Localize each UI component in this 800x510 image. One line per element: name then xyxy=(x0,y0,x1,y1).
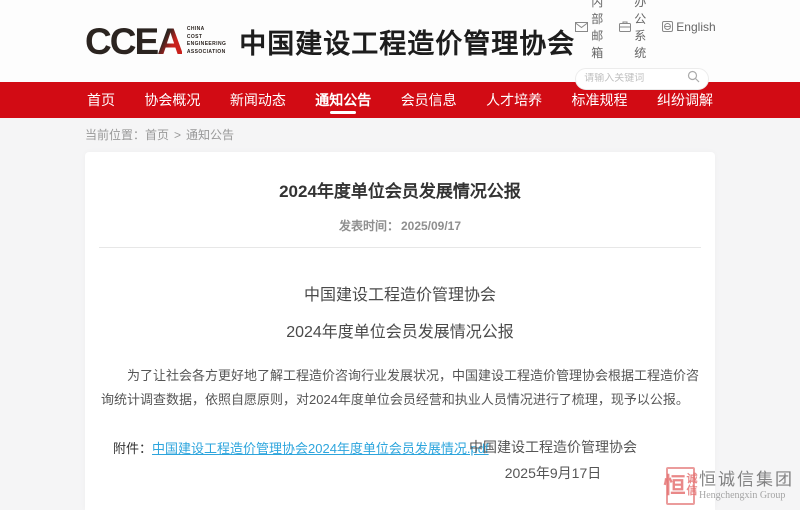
nav-item-mediation[interactable]: 纠纷调解 xyxy=(655,82,715,118)
hengchengxin-seal-icon: 恒 诚 信 xyxy=(666,467,695,505)
watermark-name-en: Hengchengxin Group xyxy=(699,490,794,501)
title-divider xyxy=(99,247,701,248)
english-link[interactable]: English xyxy=(662,0,715,61)
watermark-name-cn: 恒诚信集团 xyxy=(699,471,794,490)
nav-item-about[interactable]: 协会概况 xyxy=(142,82,202,118)
breadcrumb: 当前位置：首页 > 通知公告 xyxy=(85,118,715,152)
signature-date: 2025年9月17日 xyxy=(469,466,637,480)
publish-date: 2025/09/17 xyxy=(401,219,461,233)
attachment-link[interactable]: 中国建设工程造价管理协会2024年度单位会员发展情况.pdf xyxy=(152,441,489,456)
language-icon xyxy=(662,21,673,32)
breadcrumb-separator: > xyxy=(174,128,181,142)
nav-item-members[interactable]: 会员信息 xyxy=(399,82,459,118)
article-paragraph: 为了让社会各方更好地了解工程造价咨询行业发展状况，中国建设工程造价管理协会根据工… xyxy=(101,364,699,412)
nav-item-standards[interactable]: 标准规程 xyxy=(570,82,630,118)
nav-item-home[interactable]: 首页 xyxy=(85,82,117,118)
header-right: 内部邮箱 办公系统 English xyxy=(575,0,715,90)
body-heading-title: 2024年度单位会员发展情况公报 xyxy=(99,318,701,342)
breadcrumb-current[interactable]: 通知公告 xyxy=(186,128,234,142)
breadcrumb-prefix: 当前位置： xyxy=(85,128,145,142)
article-card: 2024年度单位会员发展情况公报 发表时间：2025/09/17 中国建设工程造… xyxy=(85,152,715,510)
logo-letter-red: A xyxy=(157,21,182,62)
nav-item-notices[interactable]: 通知公告 xyxy=(313,82,373,118)
nav-item-news[interactable]: 新闻动态 xyxy=(228,82,288,118)
body-heading-org: 中国建设工程造价管理协会 xyxy=(99,281,701,305)
breadcrumb-home[interactable]: 首页 xyxy=(145,128,169,142)
publish-time: 发表时间：2025/09/17 xyxy=(99,217,701,234)
main-nav: 首页 协会概况 新闻动态 通知公告 会员信息 人才培养 标准规程 纠纷调解 xyxy=(0,82,800,118)
logo-letters-dark: CCE xyxy=(85,21,157,62)
site-title: 中国建设工程造价管理协会 xyxy=(239,22,575,61)
attachment-label: 附件： xyxy=(113,441,152,456)
site-logo[interactable]: CCEA CHINA COST ENGINEERING ASSOCIATION … xyxy=(85,22,575,61)
office-system-icon xyxy=(619,21,631,32)
signature-block: 中国建设工程造价管理协会 2025年9月17日 xyxy=(469,440,637,492)
quick-links: 内部邮箱 办公系统 English xyxy=(575,0,715,61)
hengchengxin-watermark: 恒 诚 信 恒诚信集团 Hengchengxin Group xyxy=(666,467,794,505)
office-system-link[interactable]: 办公系统 xyxy=(619,0,646,61)
internal-mail-link[interactable]: 内部邮箱 xyxy=(575,0,603,61)
signature-org: 中国建设工程造价管理协会 xyxy=(469,440,637,454)
article-title: 2024年度单位会员发展情况公报 xyxy=(99,152,701,202)
site-header: CCEA CHINA COST ENGINEERING ASSOCIATION … xyxy=(0,0,800,82)
ccea-logo-acronym: CCEA xyxy=(85,23,182,60)
mail-icon xyxy=(575,22,588,32)
nav-item-training[interactable]: 人才培养 xyxy=(484,82,544,118)
logo-subtext: CHINA COST ENGINEERING ASSOCIATION xyxy=(187,26,226,56)
